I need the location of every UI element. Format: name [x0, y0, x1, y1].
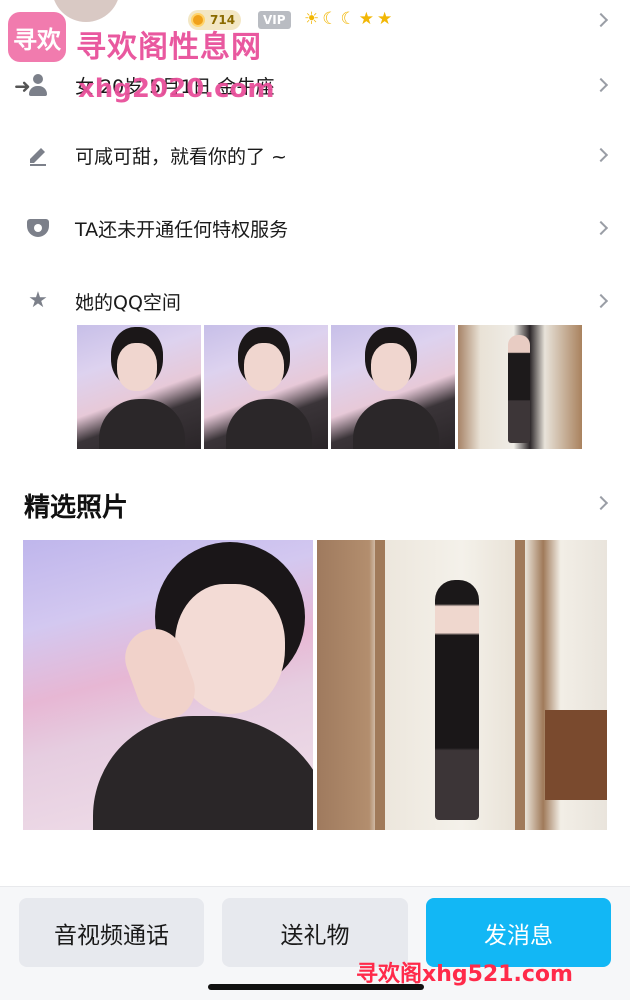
qzone-photo[interactable]	[204, 325, 328, 449]
qzone-text: 她的QQ空间	[75, 292, 181, 314]
moon-level-icon: ☾	[322, 9, 338, 29]
vip-badge: VIP	[258, 11, 291, 29]
star-level-icon: ★	[358, 9, 374, 29]
watermark-site-name: 寻欢阁性息网	[76, 30, 262, 65]
info-row-qzone[interactable]: ★ 她的QQ空间	[0, 276, 630, 326]
featured-photo[interactable]	[317, 540, 607, 830]
home-indicator[interactable]	[208, 984, 424, 990]
featured-photo[interactable]	[23, 540, 313, 830]
qzone-photo-strip	[77, 325, 582, 449]
chevron-right-icon	[593, 293, 609, 309]
watermark-logo: 寻欢	[8, 12, 66, 62]
star-level-icon: ★	[377, 9, 393, 29]
av-call-button[interactable]: 音视频通话	[19, 898, 204, 967]
featured-photos-title[interactable]: 精选照片	[24, 487, 128, 524]
chevron-right-icon	[593, 12, 609, 28]
chevron-right-icon[interactable]	[593, 495, 609, 511]
profile-page: 714 VIP ☀ ☾ ☾ ★ ★ 女 20岁 5月1日 金牛座 可咸可甜，就看…	[0, 0, 630, 1000]
qzone-star-icon: ★	[28, 288, 48, 313]
chevron-right-icon	[593, 220, 609, 236]
level-icons: ☀ ☾ ☾ ★ ★	[304, 9, 392, 29]
qzone-photo[interactable]	[331, 325, 455, 449]
crown-shield-icon	[26, 216, 50, 240]
qzone-photo[interactable]	[458, 325, 582, 449]
chevron-right-icon	[593, 147, 609, 163]
pencil-icon	[26, 143, 50, 167]
signature-text: 可咸可甜，就看你的了 ~	[75, 146, 287, 168]
chevron-right-icon	[593, 77, 609, 93]
privileges-text: TA还未开通任何特权服务	[75, 219, 289, 241]
info-row-signature[interactable]: 可咸可甜，就看你的了 ~	[0, 130, 630, 180]
moon-level-icon: ☾	[340, 9, 356, 29]
arrow-right-icon: ➜	[14, 74, 31, 98]
info-row-privileges[interactable]: TA还未开通任何特权服务	[0, 203, 630, 253]
qzone-photo[interactable]	[77, 325, 201, 449]
sun-level-icon: ☀	[304, 9, 320, 29]
watermark-domain: xhg2020.com	[78, 74, 275, 104]
